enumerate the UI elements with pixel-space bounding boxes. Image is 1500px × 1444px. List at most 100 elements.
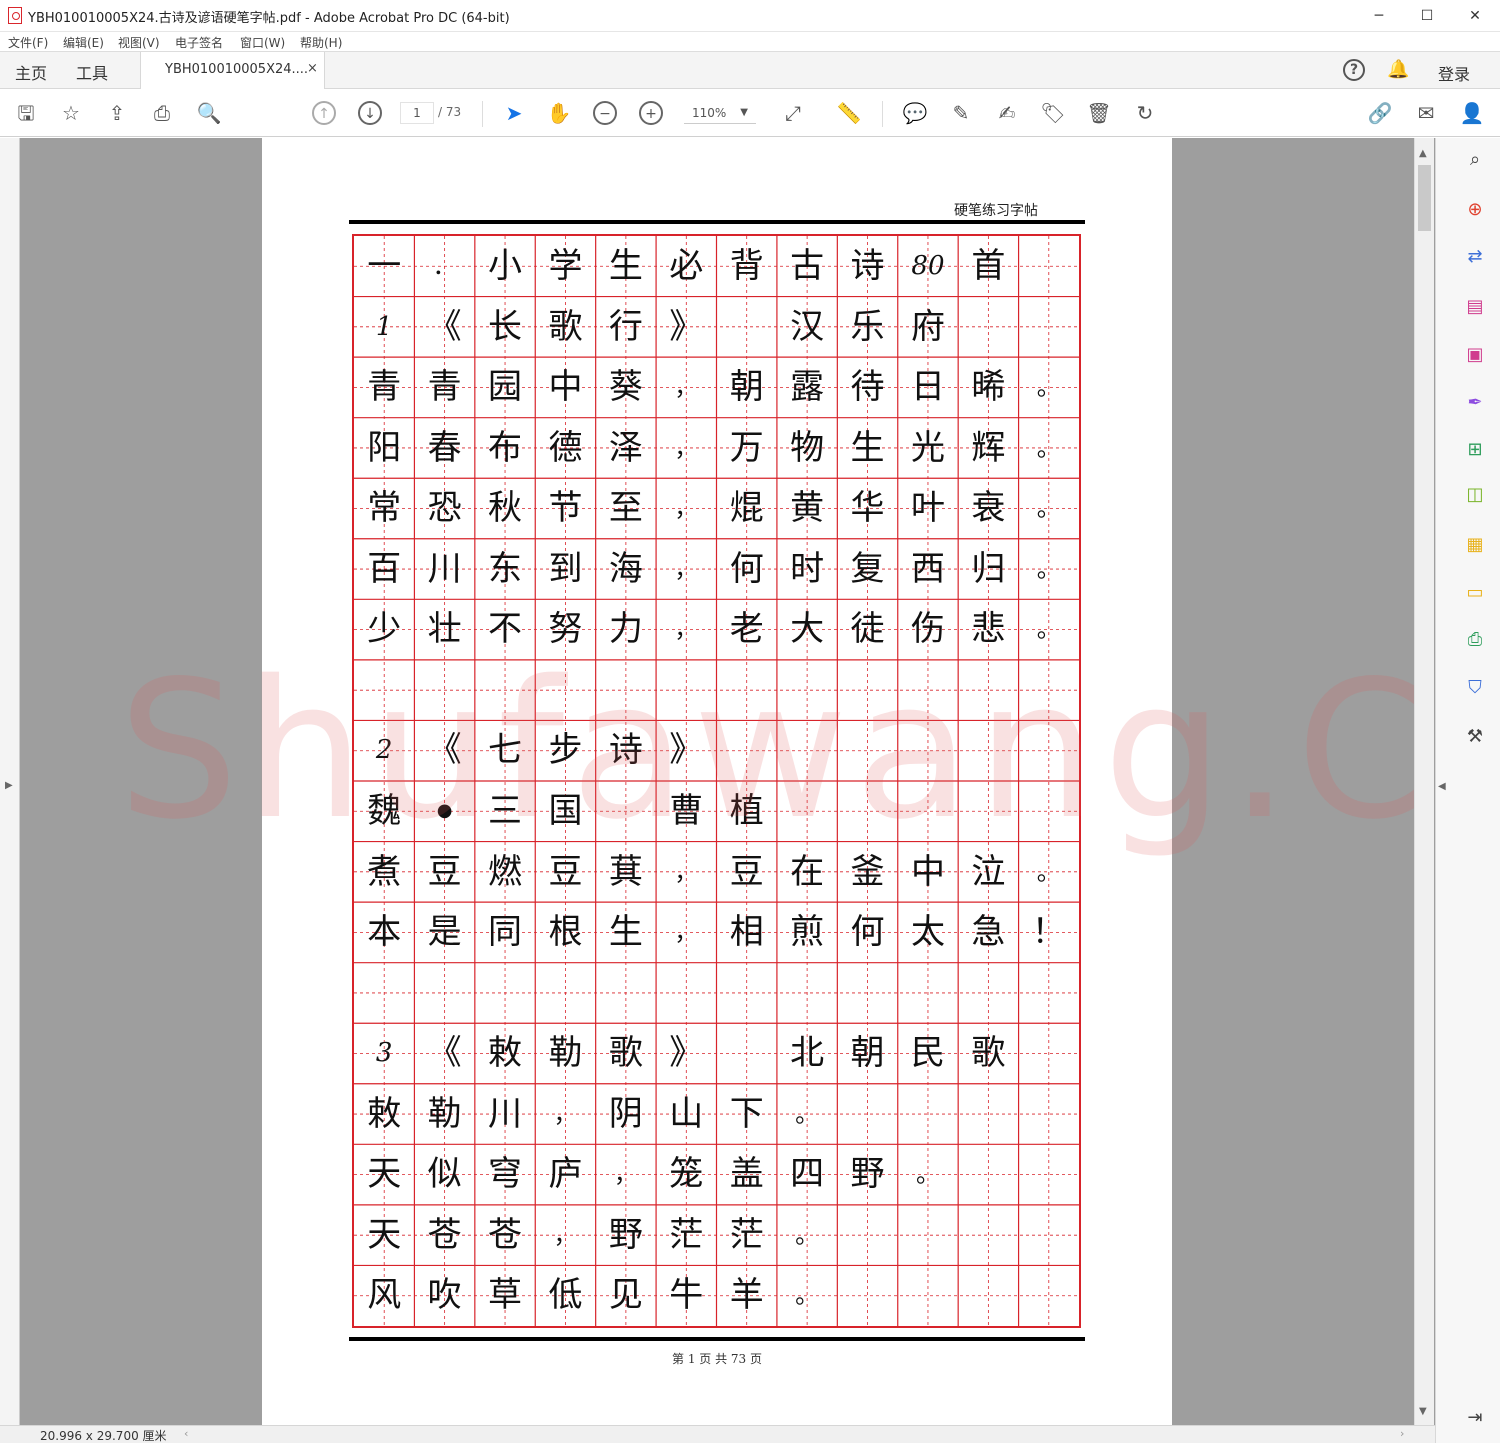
grid-character: 万 xyxy=(729,427,764,468)
measure-ruler-icon[interactable]: 📏 xyxy=(836,100,862,126)
fill-sign-icon[interactable]: ✒ xyxy=(1463,391,1487,415)
grid-character: 德 xyxy=(548,427,583,468)
close-tab-icon[interactable]: × xyxy=(307,61,318,76)
scan-ocr-icon[interactable]: ▦ xyxy=(1463,533,1487,557)
zoom-level-select[interactable]: 110% ▼ xyxy=(684,102,756,124)
grid-character: 勒 xyxy=(548,1033,583,1074)
left-navigation-strip[interactable]: ▶ xyxy=(0,138,20,1425)
grid-character: 见 xyxy=(608,1275,643,1316)
grid-character: 首 xyxy=(971,246,1006,286)
grid-character: 。 xyxy=(1036,615,1061,644)
minimize-button[interactable]: ─ xyxy=(1356,0,1402,32)
print-production-icon[interactable]: ⎙ xyxy=(1463,628,1487,652)
stamp-icon[interactable]: 🏷 xyxy=(1040,100,1066,126)
grid-character: ， xyxy=(613,1160,638,1189)
collapse-tools-icon[interactable]: ⇥ xyxy=(1463,1406,1487,1430)
notification-bell-icon[interactable]: 🔔 xyxy=(1387,59,1409,80)
grid-character: ． xyxy=(432,252,457,280)
print-icon[interactable]: ⎙ xyxy=(149,100,175,126)
highlight-pen-icon[interactable]: ✎ xyxy=(948,100,974,126)
grid-character: 苍 xyxy=(488,1214,523,1255)
draw-sign-icon[interactable]: ✍ xyxy=(994,100,1020,126)
select-pointer-icon[interactable]: ➤ xyxy=(501,100,527,126)
grid-character: ， xyxy=(674,554,699,583)
search-zoom-icon[interactable]: 🔍 xyxy=(196,100,222,126)
create-pdf-icon[interactable]: ⊕ xyxy=(1463,198,1487,222)
grid-character: 东 xyxy=(488,548,523,589)
scroll-thumb[interactable] xyxy=(1418,165,1431,231)
rotate-icon[interactable]: ↻ xyxy=(1132,100,1158,126)
protect-shield-icon[interactable]: ⛉ xyxy=(1463,676,1487,700)
grid-character: 下 xyxy=(729,1093,764,1134)
grid-character: 学 xyxy=(548,246,583,286)
upload-cloud-icon[interactable]: ⇪ xyxy=(104,100,130,126)
grid-character: ， xyxy=(674,433,699,462)
grid-character: 汉 xyxy=(790,306,825,347)
hand-tool-icon[interactable]: ✋ xyxy=(546,100,572,126)
menu-view[interactable]: 视图(V) xyxy=(118,34,160,51)
save-icon[interactable]: 🖫 xyxy=(13,100,39,126)
zoom-out-icon[interactable]: − xyxy=(593,101,617,125)
acrobat-pdf-icon xyxy=(8,7,22,24)
menu-esign[interactable]: 电子签名 xyxy=(175,34,223,51)
grid-character: 吹 xyxy=(427,1275,462,1316)
login-button[interactable]: 登录 xyxy=(1438,61,1470,85)
menu-help[interactable]: 帮助(H) xyxy=(300,34,342,51)
page-number-input[interactable]: 1 xyxy=(400,102,434,124)
grid-character: 川 xyxy=(488,1093,523,1134)
more-tools-wrench-icon[interactable]: ⚒ xyxy=(1463,725,1487,749)
grid-character: 2 xyxy=(375,735,393,766)
grid-character: 黄 xyxy=(790,488,825,529)
grid-character: 是 xyxy=(427,912,462,953)
bookmark-star-icon[interactable]: ☆ xyxy=(58,100,84,126)
zoom-search-icon[interactable]: ⌕ xyxy=(1463,148,1487,172)
fit-page-icon[interactable]: ⤢ xyxy=(780,100,806,126)
grid-character: 国 xyxy=(548,791,583,831)
collapse-right-pane-icon[interactable]: ◀ xyxy=(1438,781,1446,792)
close-window-button[interactable]: ✕ xyxy=(1452,0,1498,32)
edit-pdf-icon[interactable]: ▣ xyxy=(1463,343,1487,367)
grid-character: 秋 xyxy=(488,488,523,529)
menu-file[interactable]: 文件(F) xyxy=(8,34,48,51)
grid-character: 诗 xyxy=(608,730,643,771)
add-user-icon[interactable]: 👤 xyxy=(1459,100,1485,126)
menu-window[interactable]: 窗口(W) xyxy=(240,34,285,51)
grid-character: ！ xyxy=(1031,912,1066,953)
grid-character: 歌 xyxy=(971,1033,1006,1074)
scroll-right-icon[interactable]: › xyxy=(1400,1427,1404,1440)
send-track-icon[interactable]: ⊞ xyxy=(1463,438,1487,462)
page-down-icon[interactable]: ↓ xyxy=(358,101,382,125)
comment-icon[interactable]: 💬 xyxy=(902,100,928,126)
tab-document[interactable]: YBH010010005X24.... × xyxy=(140,52,325,89)
menu-edit[interactable]: 编辑(E) xyxy=(63,34,104,51)
help-icon[interactable]: ? xyxy=(1343,59,1365,81)
zoom-in-icon[interactable]: + xyxy=(639,101,663,125)
export-pdf-icon[interactable]: ⇄ xyxy=(1463,245,1487,269)
grid-character: 》 xyxy=(669,306,704,347)
grid-character: 春 xyxy=(427,427,462,468)
page-up-icon[interactable]: ↑ xyxy=(312,101,336,125)
grid-character: 生 xyxy=(608,246,643,286)
maximize-button[interactable]: ☐ xyxy=(1404,0,1450,32)
delete-trash-icon[interactable]: 🗑 xyxy=(1086,100,1112,126)
grid-character: 叶 xyxy=(910,488,945,529)
toolbar-divider xyxy=(882,101,883,127)
header-rule xyxy=(349,220,1085,224)
expand-left-pane-icon[interactable]: ▶ xyxy=(5,780,13,791)
share-link-icon[interactable]: 🔗 xyxy=(1367,100,1393,126)
zoom-level-value: 110% xyxy=(692,106,727,120)
scroll-down-icon[interactable]: ▼ xyxy=(1419,1406,1427,1417)
email-icon[interactable]: ✉ xyxy=(1413,100,1439,126)
compare-files-icon[interactable]: ◫ xyxy=(1463,483,1487,507)
scroll-left-icon[interactable]: ‹ xyxy=(184,1427,188,1440)
grid-character: 豆 xyxy=(729,851,764,892)
grid-character: 一 xyxy=(367,246,402,286)
tab-tools[interactable]: 工具 xyxy=(76,60,108,84)
comment-tool-icon[interactable]: ▭ xyxy=(1463,581,1487,605)
grid-character: 行 xyxy=(608,306,643,347)
tab-home[interactable]: 主页 xyxy=(15,60,47,84)
scroll-up-icon[interactable]: ▲ xyxy=(1419,148,1427,159)
organize-pages-icon[interactable]: ▤ xyxy=(1463,295,1487,319)
vertical-scrollbar[interactable]: ▲ ▼ xyxy=(1414,138,1434,1425)
grid-character: 力 xyxy=(608,609,643,650)
